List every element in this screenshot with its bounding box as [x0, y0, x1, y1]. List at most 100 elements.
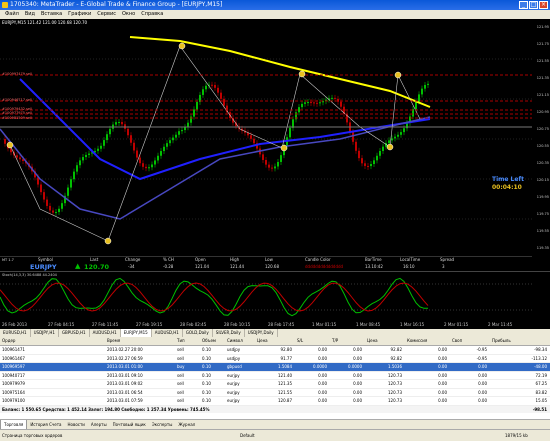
menu-insert[interactable]: Вставка [38, 10, 65, 19]
table-row[interactable]: 100979100 2013.03.01 07:59 sell 0.10 eurjpy 1… [0, 397, 550, 406]
time-tick: 28 Feb 02:45 [180, 322, 207, 327]
table-cell: -48.00 [534, 364, 547, 369]
col-type[interactable]: Тип [175, 337, 200, 345]
table-cell: 120.73 [388, 398, 402, 403]
table-cell: 0.00 [353, 372, 362, 378]
table-cell: 92.82 [390, 347, 402, 352]
candle-body [352, 132, 354, 142]
candle-body [391, 138, 393, 141]
candle-body [400, 132, 402, 135]
candle-body [397, 134, 399, 137]
col-time[interactable]: Время [105, 337, 175, 345]
candle-body [421, 88, 423, 95]
table-cell: 0.00 [438, 347, 447, 352]
candle-body [214, 85, 216, 88]
time-tick: 1 Mar 01:15 [312, 322, 337, 327]
menu-view[interactable]: Вид [22, 10, 38, 19]
table-cell: 0.00 [478, 389, 487, 395]
minimize-button[interactable]: _ [519, 1, 528, 9]
candle-body [298, 107, 300, 113]
menu-file[interactable]: Файл [2, 10, 22, 19]
col-current-price[interactable]: Цена [365, 337, 405, 345]
table-cell: -0.95 [476, 355, 487, 361]
chart-tab[interactable]: AUDUSD,H1 [152, 329, 183, 337]
menu-charts[interactable]: Графики [65, 10, 94, 19]
table-cell: gbpusd [227, 364, 242, 369]
fractal-marker [394, 71, 402, 79]
table-cell: 0.00 [478, 372, 487, 378]
col-swap[interactable]: Своп [450, 337, 490, 345]
table-cell: 0.0000 [348, 364, 362, 369]
chart-tab[interactable]: SILVER,Daily [213, 329, 245, 337]
table-cell: 0.00 [438, 355, 447, 361]
maximize-button[interactable]: □ [529, 1, 538, 9]
info-header-low: Low [265, 257, 273, 262]
col-tp[interactable]: T/P [330, 337, 365, 345]
table-cell: 0.00 [318, 355, 327, 361]
chart-tab[interactable]: EURUSD,H1 [0, 329, 31, 337]
close-button[interactable]: × [539, 1, 548, 9]
table-cell: 120.87 [278, 398, 292, 403]
candle-body [268, 164, 270, 168]
menu-help[interactable]: Справка [138, 10, 166, 19]
table-cell: 0.10 [202, 355, 211, 361]
table-row[interactable]: 100969597 2013.03.01 01:00 buy 0.10 gbpusd 1.… [0, 363, 550, 372]
table-cell: -98.34 [534, 347, 547, 352]
col-symbol[interactable]: Символ [225, 337, 255, 345]
table-cell: sell [177, 355, 184, 361]
candle-body [373, 160, 375, 165]
col-volume[interactable]: Объем [200, 337, 225, 345]
candle-body [106, 134, 108, 141]
menu-tools[interactable]: Сервис [94, 10, 119, 19]
symbol-info-bar: MT 1.7 Symbol Last Change % CH Open High… [0, 256, 532, 271]
chart-tab[interactable]: AUDUSD,H1 [90, 329, 121, 337]
chart-tab[interactable]: GOLD,Daily [183, 329, 213, 337]
col-price[interactable]: Цена [255, 337, 295, 345]
price-tick: 120.95 [536, 110, 549, 114]
menu-window[interactable]: Окно [119, 10, 138, 19]
table-row[interactable]: 100961467 2013.02.27 06:59 sell 0.10 usdjpy 9… [0, 355, 550, 363]
candle-body [280, 155, 282, 162]
fractal-markers [6, 42, 402, 245]
table-row[interactable]: 100940717 2013.03.01 09:10 sell 0.10 eurjpy 1… [0, 372, 550, 380]
candle-body [274, 166, 276, 169]
candle-body [217, 87, 219, 93]
time-tick: 27 Feb 04:15 [48, 322, 75, 327]
chart-tab[interactable]: USDJPY,Daily [245, 329, 278, 337]
candle-body [166, 143, 168, 147]
table-cell: 0.00 [478, 364, 487, 369]
info-open: 121.04 [195, 264, 209, 269]
candle-body [262, 154, 264, 160]
table-cell: 0.10 [202, 398, 211, 403]
col-profit[interactable]: Прибыль [490, 337, 550, 345]
candle-body [205, 85, 207, 90]
status-bar: Страница торговых ордеров Default 1879/1… [0, 429, 550, 441]
table-cell: 72.19 [535, 372, 547, 378]
table-cell: eurjpy [227, 398, 240, 403]
price-chart[interactable]: EURJPY,M15 121.42 121.00 120.68 120.70 #… [0, 19, 550, 271]
table-cell: -113.12 [531, 355, 547, 361]
table-row[interactable]: 100979979 2013.03.01 09:02 sell 0.10 eurjpy 1… [0, 380, 550, 389]
table-cell: 0.00 [318, 347, 327, 352]
chart-tab-active[interactable]: EURJPY,M15 [120, 329, 152, 337]
table-row[interactable]: 100961471 2013.02.27 20:00 sell 0.10 usdjpy 9… [0, 346, 550, 355]
table-cell: buy [177, 364, 185, 369]
candle-body [61, 203, 63, 209]
table-row[interactable]: 100975164 2013.03.01 06:54 sell 0.10 eurjpy 1… [0, 389, 550, 397]
chart-tab[interactable]: USDJPY,H1 [31, 329, 59, 337]
chart-tab[interactable]: GBPUSD,H1 [59, 329, 90, 337]
candle-body [46, 199, 48, 206]
info-pct: -0.28 [163, 264, 174, 269]
candle-body [223, 98, 225, 106]
col-sl[interactable]: S/L [295, 337, 330, 345]
balance-profit: -98.51 [532, 406, 547, 412]
candle-body [211, 84, 213, 86]
table-cell: 0.10 [202, 381, 211, 386]
col-order[interactable]: Ордер [0, 337, 105, 345]
col-commission[interactable]: Комиссия [405, 337, 450, 345]
info-header-spread: Spread [440, 257, 455, 262]
stochastic-panel[interactable]: Stoch(14,3,3) 30.6488 44.2404 [0, 271, 550, 322]
table-cell: sell [177, 389, 184, 395]
candle-body [367, 165, 369, 167]
table-cell: eurjpy [227, 389, 240, 395]
